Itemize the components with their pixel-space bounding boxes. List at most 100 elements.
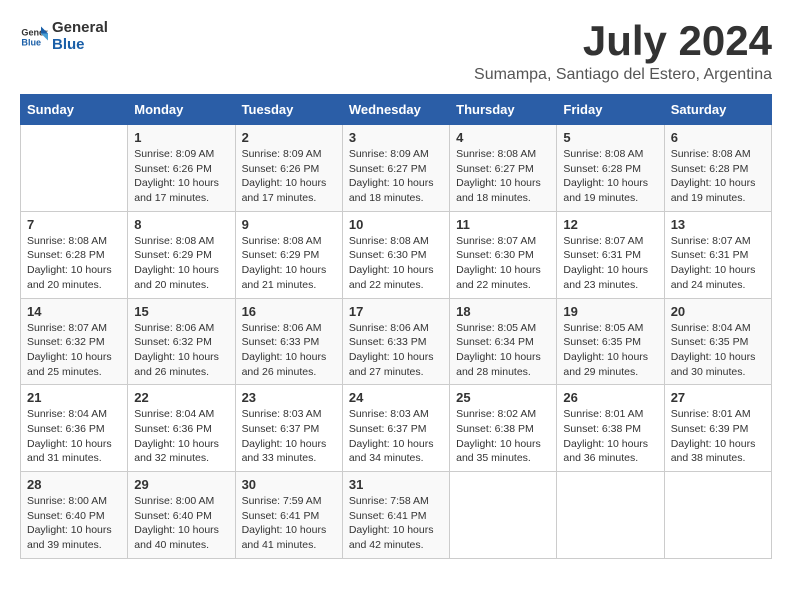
day-number: 16	[242, 304, 336, 319]
page-title: July 2024	[474, 20, 772, 62]
calendar-cell: 18 Sunrise: 8:05 AM Sunset: 6:34 PM Dayl…	[450, 298, 557, 385]
calendar-cell: 16 Sunrise: 8:06 AM Sunset: 6:33 PM Dayl…	[235, 298, 342, 385]
day-number: 19	[563, 304, 657, 319]
calendar-cell: 30 Sunrise: 7:59 AM Sunset: 6:41 PM Dayl…	[235, 472, 342, 559]
sunset-time: Sunset: 6:38 PM	[563, 423, 641, 435]
day-number: 14	[27, 304, 121, 319]
day-info: Sunrise: 8:08 AM Sunset: 6:29 PM Dayligh…	[242, 234, 336, 293]
calendar-cell: 10 Sunrise: 8:08 AM Sunset: 6:30 PM Dayl…	[342, 211, 449, 298]
daylight-hours: Daylight: 10 hours and 29 minutes.	[563, 351, 648, 378]
day-number: 7	[27, 217, 121, 232]
day-number: 3	[349, 130, 443, 145]
calendar-cell: 25 Sunrise: 8:02 AM Sunset: 6:38 PM Dayl…	[450, 385, 557, 472]
sunset-time: Sunset: 6:36 PM	[134, 423, 212, 435]
day-info: Sunrise: 8:07 AM Sunset: 6:31 PM Dayligh…	[671, 234, 765, 293]
sunset-time: Sunset: 6:29 PM	[134, 249, 212, 261]
sunrise-time: Sunrise: 8:08 AM	[134, 235, 214, 247]
daylight-hours: Daylight: 10 hours and 20 minutes.	[27, 264, 112, 291]
sunrise-time: Sunrise: 8:03 AM	[349, 408, 429, 420]
sunset-time: Sunset: 6:35 PM	[563, 336, 641, 348]
daylight-hours: Daylight: 10 hours and 22 minutes.	[349, 264, 434, 291]
day-of-week-header: Saturday	[664, 95, 771, 125]
day-info: Sunrise: 8:04 AM Sunset: 6:35 PM Dayligh…	[671, 321, 765, 380]
day-info: Sunrise: 8:05 AM Sunset: 6:34 PM Dayligh…	[456, 321, 550, 380]
calendar-cell: 20 Sunrise: 8:04 AM Sunset: 6:35 PM Dayl…	[664, 298, 771, 385]
sunset-time: Sunset: 6:38 PM	[456, 423, 534, 435]
daylight-hours: Daylight: 10 hours and 23 minutes.	[563, 264, 648, 291]
sunset-time: Sunset: 6:32 PM	[134, 336, 212, 348]
calendar-cell: 6 Sunrise: 8:08 AM Sunset: 6:28 PM Dayli…	[664, 125, 771, 212]
day-info: Sunrise: 7:58 AM Sunset: 6:41 PM Dayligh…	[349, 494, 443, 553]
calendar-cell	[557, 472, 664, 559]
sunset-time: Sunset: 6:28 PM	[27, 249, 105, 261]
sunrise-time: Sunrise: 8:00 AM	[27, 495, 107, 507]
sunrise-time: Sunrise: 8:09 AM	[134, 148, 214, 160]
daylight-hours: Daylight: 10 hours and 25 minutes.	[27, 351, 112, 378]
day-info: Sunrise: 8:00 AM Sunset: 6:40 PM Dayligh…	[134, 494, 228, 553]
daylight-hours: Daylight: 10 hours and 22 minutes.	[456, 264, 541, 291]
calendar-table: SundayMondayTuesdayWednesdayThursdayFrid…	[20, 94, 772, 559]
sunrise-time: Sunrise: 8:00 AM	[134, 495, 214, 507]
sunset-time: Sunset: 6:26 PM	[242, 163, 320, 175]
day-of-week-header: Wednesday	[342, 95, 449, 125]
calendar-cell: 19 Sunrise: 8:05 AM Sunset: 6:35 PM Dayl…	[557, 298, 664, 385]
day-number: 18	[456, 304, 550, 319]
day-info: Sunrise: 8:09 AM Sunset: 6:27 PM Dayligh…	[349, 147, 443, 206]
day-info: Sunrise: 8:07 AM Sunset: 6:31 PM Dayligh…	[563, 234, 657, 293]
day-of-week-header: Monday	[128, 95, 235, 125]
sunrise-time: Sunrise: 8:02 AM	[456, 408, 536, 420]
sunrise-time: Sunrise: 8:07 AM	[671, 235, 751, 247]
daylight-hours: Daylight: 10 hours and 28 minutes.	[456, 351, 541, 378]
day-info: Sunrise: 8:08 AM Sunset: 6:27 PM Dayligh…	[456, 147, 550, 206]
calendar-cell: 26 Sunrise: 8:01 AM Sunset: 6:38 PM Dayl…	[557, 385, 664, 472]
day-number: 30	[242, 477, 336, 492]
calendar-cell: 2 Sunrise: 8:09 AM Sunset: 6:26 PM Dayli…	[235, 125, 342, 212]
daylight-hours: Daylight: 10 hours and 35 minutes.	[456, 438, 541, 465]
day-number: 12	[563, 217, 657, 232]
calendar-cell: 23 Sunrise: 8:03 AM Sunset: 6:37 PM Dayl…	[235, 385, 342, 472]
sunrise-time: Sunrise: 8:06 AM	[349, 322, 429, 334]
sunset-time: Sunset: 6:40 PM	[134, 510, 212, 522]
day-number: 28	[27, 477, 121, 492]
day-number: 27	[671, 390, 765, 405]
sunset-time: Sunset: 6:41 PM	[349, 510, 427, 522]
calendar-cell: 27 Sunrise: 8:01 AM Sunset: 6:39 PM Dayl…	[664, 385, 771, 472]
sunrise-time: Sunrise: 8:01 AM	[563, 408, 643, 420]
daylight-hours: Daylight: 10 hours and 40 minutes.	[134, 524, 219, 551]
sunset-time: Sunset: 6:30 PM	[349, 249, 427, 261]
sunset-time: Sunset: 6:29 PM	[242, 249, 320, 261]
calendar-cell: 31 Sunrise: 7:58 AM Sunset: 6:41 PM Dayl…	[342, 472, 449, 559]
sunset-time: Sunset: 6:27 PM	[456, 163, 534, 175]
sunrise-time: Sunrise: 8:08 AM	[456, 148, 536, 160]
day-info: Sunrise: 7:59 AM Sunset: 6:41 PM Dayligh…	[242, 494, 336, 553]
calendar-cell: 13 Sunrise: 8:07 AM Sunset: 6:31 PM Dayl…	[664, 211, 771, 298]
calendar-week-row: 21 Sunrise: 8:04 AM Sunset: 6:36 PM Dayl…	[21, 385, 772, 472]
sunset-time: Sunset: 6:31 PM	[563, 249, 641, 261]
calendar-cell: 4 Sunrise: 8:08 AM Sunset: 6:27 PM Dayli…	[450, 125, 557, 212]
calendar-cell: 15 Sunrise: 8:06 AM Sunset: 6:32 PM Dayl…	[128, 298, 235, 385]
day-info: Sunrise: 8:08 AM Sunset: 6:28 PM Dayligh…	[671, 147, 765, 206]
sunset-time: Sunset: 6:37 PM	[349, 423, 427, 435]
sunrise-time: Sunrise: 7:59 AM	[242, 495, 322, 507]
day-info: Sunrise: 8:02 AM Sunset: 6:38 PM Dayligh…	[456, 407, 550, 466]
day-of-week-header: Thursday	[450, 95, 557, 125]
calendar-cell: 14 Sunrise: 8:07 AM Sunset: 6:32 PM Dayl…	[21, 298, 128, 385]
daylight-hours: Daylight: 10 hours and 42 minutes.	[349, 524, 434, 551]
sunrise-time: Sunrise: 8:09 AM	[242, 148, 322, 160]
calendar-cell: 21 Sunrise: 8:04 AM Sunset: 6:36 PM Dayl…	[21, 385, 128, 472]
logo-blue-text: Blue	[52, 37, 108, 54]
day-number: 5	[563, 130, 657, 145]
title-area: July 2024 Sumampa, Santiago del Estero, …	[474, 20, 772, 84]
sunrise-time: Sunrise: 8:03 AM	[242, 408, 322, 420]
calendar-cell: 5 Sunrise: 8:08 AM Sunset: 6:28 PM Dayli…	[557, 125, 664, 212]
day-number: 29	[134, 477, 228, 492]
day-number: 10	[349, 217, 443, 232]
calendar-cell	[664, 472, 771, 559]
sunrise-time: Sunrise: 8:07 AM	[563, 235, 643, 247]
day-info: Sunrise: 8:08 AM Sunset: 6:29 PM Dayligh…	[134, 234, 228, 293]
daylight-hours: Daylight: 10 hours and 26 minutes.	[134, 351, 219, 378]
day-number: 9	[242, 217, 336, 232]
sunset-time: Sunset: 6:35 PM	[671, 336, 749, 348]
calendar-cell: 24 Sunrise: 8:03 AM Sunset: 6:37 PM Dayl…	[342, 385, 449, 472]
sunrise-time: Sunrise: 7:58 AM	[349, 495, 429, 507]
